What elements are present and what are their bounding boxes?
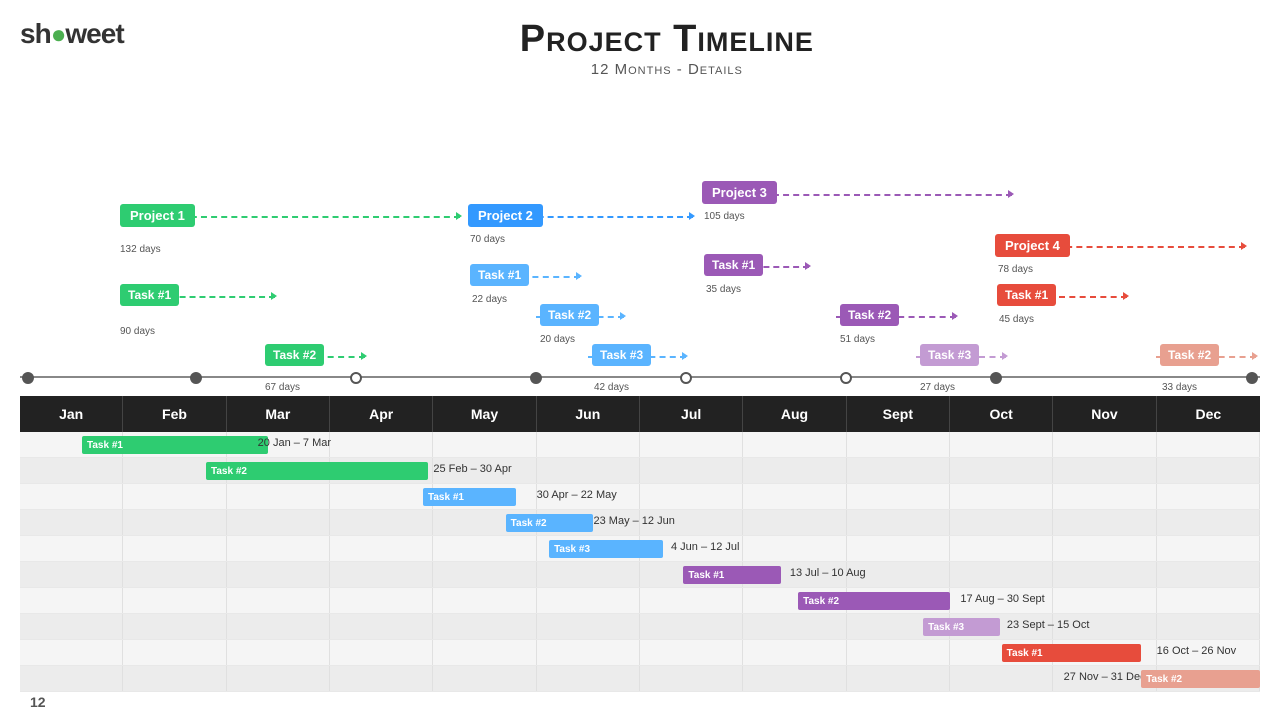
gantt-row-9: Task #1 16 Oct – 26 Nov	[20, 640, 1260, 666]
timeline-line	[20, 376, 1260, 378]
gantt-row-4: Task #2 23 May – 12 Jun	[20, 510, 1260, 536]
project-1-box: Project 1	[120, 204, 195, 227]
p2-arrow	[689, 212, 695, 220]
month-may: May	[433, 396, 536, 432]
timeline-dot-5	[840, 372, 852, 384]
gantt-row-7: Task #2 17 Aug – 30 Sept	[20, 588, 1260, 614]
p3-t3-days: 27 days	[920, 382, 955, 393]
p3-t2-days: 51 days	[840, 334, 875, 345]
p1-arrow	[456, 212, 462, 220]
timeline-dot-6	[990, 372, 1002, 384]
gantt-row-1: Task #1 20 Jan – 7 Mar	[20, 432, 1260, 458]
month-jun: Jun	[537, 396, 640, 432]
p2-t1-arrow	[576, 272, 582, 280]
gantt-rows: Task #1 20 Jan – 7 Mar Task #2 25 Feb – …	[20, 432, 1260, 692]
p4-t1-days: 45 days	[999, 314, 1034, 325]
main-title: Project Timeline	[124, 18, 1210, 61]
p4-task2-box: Task #2	[1160, 344, 1219, 366]
project-4-box: Project 4	[995, 234, 1070, 257]
title-block: Project Timeline 12 Months - Details	[124, 18, 1250, 78]
p3-t3-arrow	[1002, 352, 1008, 360]
timeline-dot-end	[1246, 372, 1258, 384]
gantt-row-10: 27 Nov – 31 Dec Task #2	[20, 666, 1260, 692]
month-oct: Oct	[950, 396, 1053, 432]
p3-task2-box: Task #2	[840, 304, 899, 326]
month-feb: Feb	[123, 396, 226, 432]
p4-days: 78 days	[998, 264, 1033, 275]
timeline-dot-2	[350, 372, 362, 384]
p4-task1-box: Task #1	[997, 284, 1056, 306]
p2-t3-arrow	[682, 352, 688, 360]
timeline-dot-1	[190, 372, 202, 384]
month-aug: Aug	[743, 396, 846, 432]
p1-t1-arrow	[271, 292, 277, 300]
p1-t2-arrow	[361, 352, 367, 360]
p3-t1-arrow	[805, 262, 811, 270]
logo: sh●weet	[20, 18, 124, 50]
p2-days: 70 days	[470, 234, 505, 245]
month-jan: Jan	[20, 396, 123, 432]
p1-task1-box: Task #1	[120, 284, 179, 306]
p2-task2-box: Task #2	[540, 304, 599, 326]
project-3-box: Project 3	[702, 181, 777, 204]
gantt-row-3: Task #1 30 Apr – 22 May	[20, 484, 1260, 510]
gantt-upper: Project 1 132 days Task #1 90 days Task …	[20, 86, 1260, 396]
month-nov: Nov	[1053, 396, 1156, 432]
p4-arrow	[1241, 242, 1247, 250]
p3-t2-arrow	[952, 312, 958, 320]
p2-t1-days: 22 days	[472, 294, 507, 305]
gantt-row-6: Task #1 13 Jul – 10 Aug	[20, 562, 1260, 588]
p1-days: 132 days	[120, 244, 161, 255]
timeline-dot-4	[680, 372, 692, 384]
month-header: Jan Feb Mar Apr May Jun Jul Aug Sept Oct…	[20, 396, 1260, 432]
p1-task2-box: Task #2	[265, 344, 324, 366]
month-mar: Mar	[227, 396, 330, 432]
p1-t2-days: 67 days	[265, 382, 300, 393]
p3-days: 105 days	[704, 211, 745, 222]
p3-task3-box: Task #3	[920, 344, 979, 366]
page-number: 12	[30, 694, 46, 710]
p3-task1-box: Task #1	[704, 254, 763, 276]
month-apr: Apr	[330, 396, 433, 432]
gantt-row-8: Task #3 23 Sept – 15 Oct	[20, 614, 1260, 640]
p2-t3-days: 42 days	[594, 382, 629, 393]
p1-t1-days: 90 days	[120, 326, 155, 337]
p4-t1-arrow	[1123, 292, 1129, 300]
p2-t2-arrow	[620, 312, 626, 320]
p4-t2-arrow	[1252, 352, 1258, 360]
month-dec: Dec	[1157, 396, 1260, 432]
header: sh●weet Project Timeline 12 Months - Det…	[0, 0, 1280, 78]
p4-t2-days: 33 days	[1162, 382, 1197, 393]
timeline-dot-3	[530, 372, 542, 384]
timeline-dot-start	[22, 372, 34, 384]
p3-t1-days: 35 days	[706, 284, 741, 295]
p3-arrow	[1008, 190, 1014, 198]
project-2-box: Project 2	[468, 204, 543, 227]
calendar-section: Jan Feb Mar Apr May Jun Jul Aug Sept Oct…	[20, 396, 1260, 692]
p2-task1-box: Task #1	[470, 264, 529, 286]
month-sept: Sept	[847, 396, 950, 432]
gantt-row-5: Task #3 4 Jun – 12 Jul	[20, 536, 1260, 562]
gantt-row-2: Task #2 25 Feb – 30 Apr	[20, 458, 1260, 484]
p2-t2-days: 20 days	[540, 334, 575, 345]
sub-title: 12 Months - Details	[124, 61, 1210, 78]
p2-task3-box: Task #3	[592, 344, 651, 366]
month-jul: Jul	[640, 396, 743, 432]
